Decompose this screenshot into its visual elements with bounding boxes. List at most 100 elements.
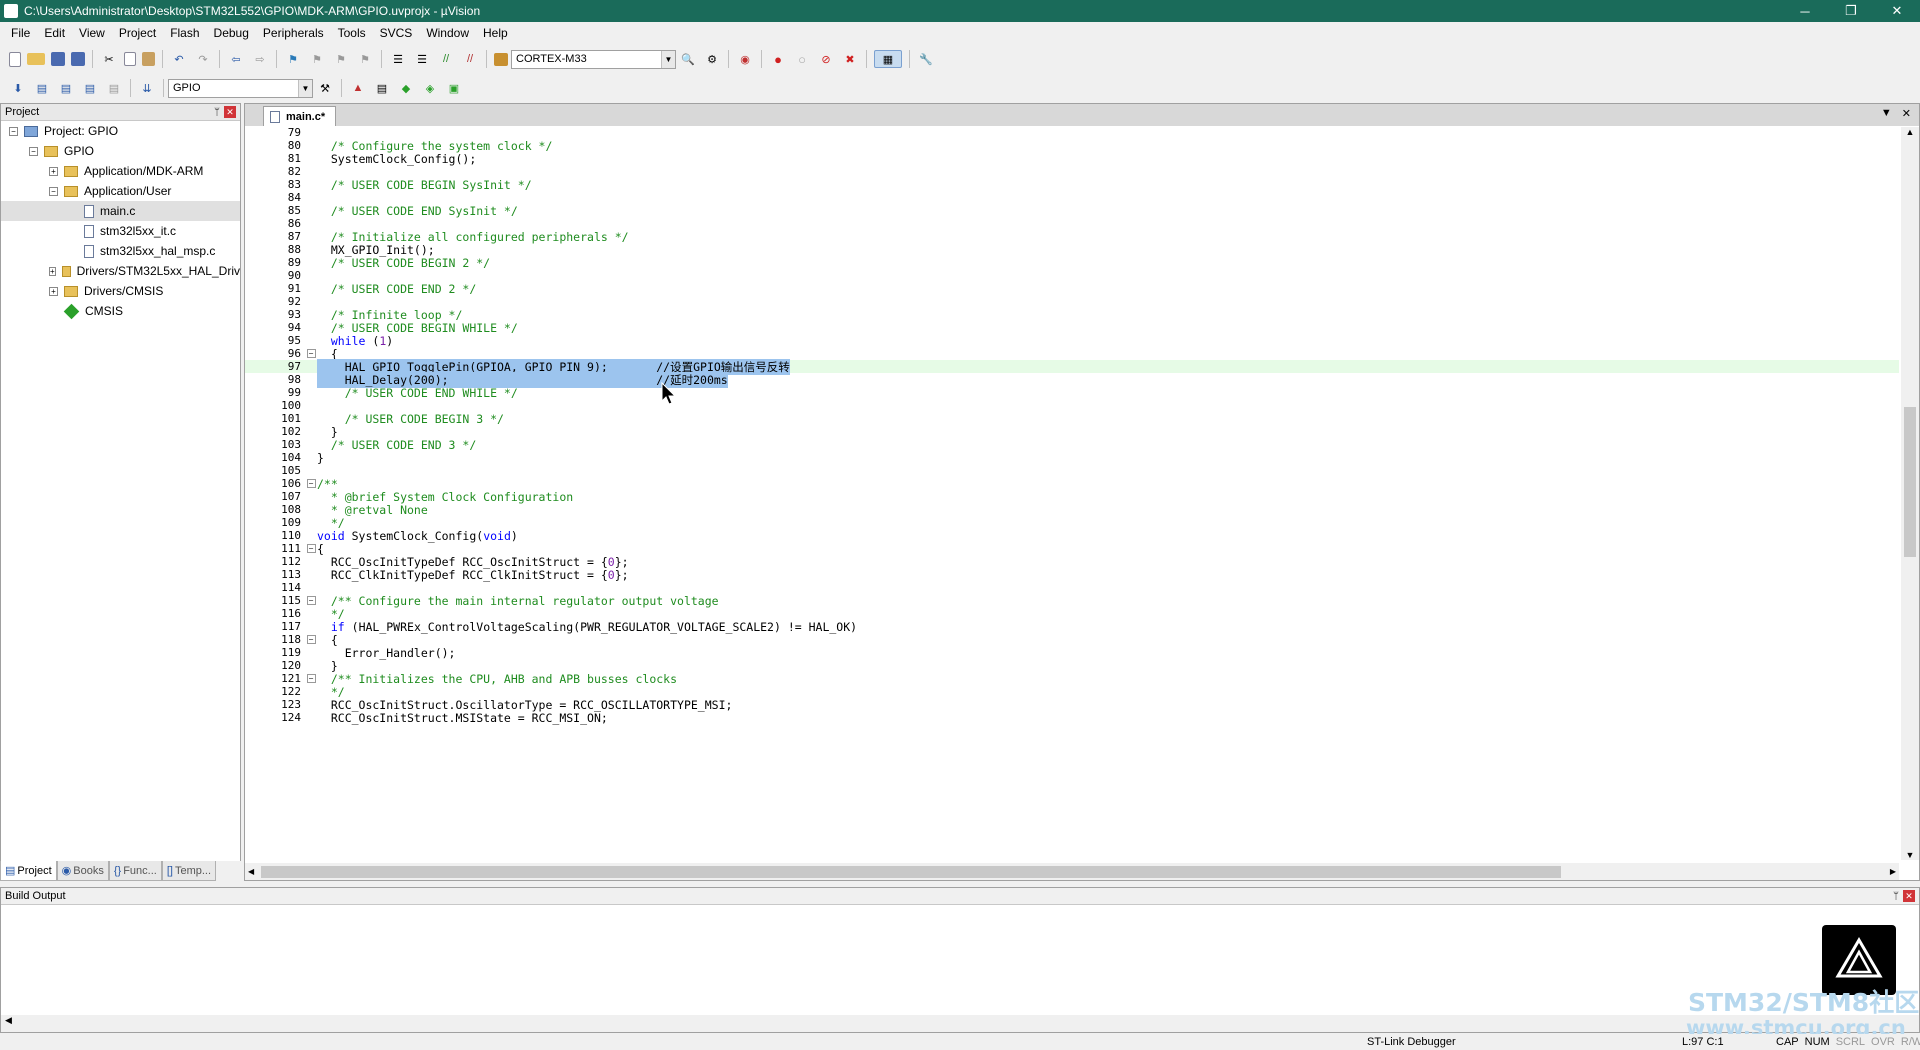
save-icon[interactable] <box>51 52 65 66</box>
code-line[interactable]: 91 /* USER CODE END 2 */ <box>245 282 1899 296</box>
code-line[interactable]: 94 /* USER CODE BEGIN WHILE */ <box>245 321 1899 335</box>
code-line[interactable]: 111−{ <box>245 542 1899 556</box>
collapse-icon[interactable]: − <box>306 349 316 358</box>
configure-icon[interactable]: 🔧 <box>917 50 935 68</box>
code-line[interactable]: 102 } <box>245 425 1899 439</box>
tree-item[interactable]: stm32l5xx_hal_msp.c <box>1 241 240 261</box>
pin-icon[interactable]: ᛘ <box>1889 891 1903 902</box>
menu-svcs[interactable]: SVCS <box>373 26 420 40</box>
bookmark-clear-icon[interactable]: ⚑ <box>356 50 374 68</box>
code-line[interactable]: 109 */ <box>245 516 1899 530</box>
code-line[interactable]: 110 void SystemClock_Config(void) <box>245 529 1899 543</box>
close-window-button[interactable]: ✕ <box>1874 0 1920 22</box>
tree-item[interactable]: + Application/MDK-ARM <box>1 161 240 181</box>
scroll-down-icon[interactable]: ▼ <box>1901 850 1919 860</box>
tree-item[interactable]: + Drivers/STM32L5xx_HAL_Driv <box>1 261 240 281</box>
fold-gutter[interactable]: − <box>305 635 317 644</box>
code-line[interactable]: 107 * @brief System Clock Configuration <box>245 490 1899 504</box>
editor-hscrollbar[interactable]: ◀ ▶ <box>245 863 1899 880</box>
bookmark-next-icon[interactable]: ⚑ <box>332 50 350 68</box>
incremental-find-icon[interactable]: ⚙ <box>703 50 721 68</box>
menu-peripherals[interactable]: Peripherals <box>256 26 331 40</box>
scroll-left-icon[interactable]: ◀ <box>248 867 254 876</box>
kill-breakpoints-icon[interactable]: ✖ <box>841 50 859 68</box>
code-line[interactable]: 100 <box>245 399 1899 412</box>
collapse-icon[interactable]: − <box>306 596 316 605</box>
tree-item[interactable]: stm32l5xx_it.c <box>1 221 240 241</box>
redo-icon[interactable]: ↷ <box>194 50 212 68</box>
code-line[interactable]: 103 /* USER CODE END 3 */ <box>245 438 1899 452</box>
code-line[interactable]: 98 HAL_Delay(200); //延时200ms <box>245 371 1899 388</box>
code-line[interactable]: 88 MX_GPIO_Init(); <box>245 243 1899 257</box>
undo-icon[interactable]: ↶ <box>170 50 188 68</box>
tab-books[interactable]: ◉ Books <box>56 861 109 881</box>
device-icon[interactable] <box>494 52 508 66</box>
rebuild-icon[interactable]: ▤ <box>57 79 75 97</box>
cut-icon[interactable]: ✂ <box>100 50 118 68</box>
tree-item[interactable]: − GPIO <box>1 141 240 161</box>
uncomment-icon[interactable]: // <box>461 50 479 68</box>
file-extensions-icon[interactable]: ▤ <box>373 79 391 97</box>
editor-vscrollbar[interactable]: ▲ ▼ <box>1901 127 1919 860</box>
code-line[interactable]: 83 /* USER CODE BEGIN SysInit */ <box>245 178 1899 192</box>
code-line[interactable]: 84 <box>245 191 1899 204</box>
minimize-button[interactable]: ─ <box>1782 0 1828 22</box>
code-line[interactable]: 113 RCC_ClkInitTypeDef RCC_ClkInitStruct… <box>245 568 1899 582</box>
translate-icon[interactable]: ⬇ <box>9 79 27 97</box>
code-line[interactable]: 95 while (1) <box>245 334 1899 348</box>
code-line[interactable]: 79 <box>245 127 1899 139</box>
new-file-icon[interactable] <box>9 51 21 67</box>
menu-edit[interactable]: Edit <box>37 26 72 40</box>
scroll-up-icon[interactable]: ▲ <box>1901 127 1919 137</box>
tree-item[interactable]: + Drivers/CMSIS <box>1 281 240 301</box>
expand-icon[interactable]: + <box>49 266 56 276</box>
bookmark-prev-icon[interactable]: ⚑ <box>308 50 326 68</box>
code-line[interactable]: 108 * @retval None <box>245 503 1899 517</box>
collapse-icon[interactable]: − <box>306 635 316 644</box>
tab-main-c[interactable]: main.c* <box>263 106 337 126</box>
menu-view[interactable]: View <box>72 26 112 40</box>
navigate-back-icon[interactable]: ⇦ <box>227 50 245 68</box>
code-line[interactable]: 105 <box>245 464 1899 477</box>
tab-list-icon[interactable]: ▼ <box>1881 107 1892 120</box>
fold-gutter[interactable]: − <box>305 349 317 358</box>
code-line[interactable]: 120 } <box>245 659 1899 673</box>
bookmark-toggle-icon[interactable]: ⚑ <box>284 50 302 68</box>
collapse-icon[interactable]: − <box>49 186 58 196</box>
fold-gutter[interactable]: − <box>305 479 317 488</box>
indent-icon[interactable]: ☰ <box>389 50 407 68</box>
code-line[interactable]: 82 <box>245 165 1899 178</box>
close-tab-icon[interactable]: ✕ <box>1902 107 1911 120</box>
code-line[interactable]: 112 RCC_OscInitTypeDef RCC_OscInitStruct… <box>245 555 1899 569</box>
window-layout-icon[interactable]: ▦ <box>874 50 902 68</box>
code-line[interactable]: 93 /* Infinite loop */ <box>245 308 1899 322</box>
code-line[interactable]: 85 /* USER CODE END SysInit */ <box>245 204 1899 218</box>
build-icon[interactable]: ▤ <box>33 79 51 97</box>
code-line[interactable]: 106−/** <box>245 477 1899 491</box>
batch-build-icon[interactable]: ▤ <box>81 79 99 97</box>
code-line[interactable]: 81 SystemClock_Config(); <box>245 152 1899 166</box>
chevron-down-icon[interactable]: ▼ <box>298 79 312 97</box>
paste-icon[interactable] <box>142 52 155 66</box>
collapse-icon[interactable]: − <box>306 479 316 488</box>
target-options-icon[interactable]: ⚒ <box>316 79 334 97</box>
code-line[interactable]: 87 /* Initialize all configured peripher… <box>245 230 1899 244</box>
close-icon[interactable]: ✕ <box>224 106 236 118</box>
expand-icon[interactable]: + <box>49 286 58 296</box>
find-in-files-icon[interactable]: 🔍 <box>679 50 697 68</box>
expand-icon[interactable]: + <box>49 166 58 176</box>
menu-tools[interactable]: Tools <box>331 26 373 40</box>
code-line[interactable]: 92 <box>245 295 1899 308</box>
code-line[interactable]: 101 /* USER CODE BEGIN 3 */ <box>245 412 1899 426</box>
menu-window[interactable]: Window <box>419 26 476 40</box>
code-line[interactable]: 117 if (HAL_PWREx_ControlVoltageScaling(… <box>245 620 1899 634</box>
scroll-thumb[interactable] <box>261 865 1561 878</box>
code-line[interactable]: 86 <box>245 217 1899 230</box>
disable-breakpoints-icon[interactable]: ⊘ <box>817 50 835 68</box>
build-hscrollbar[interactable]: ◀ <box>1 1015 1919 1032</box>
code-line[interactable]: 115− /** Configure the main internal reg… <box>245 594 1899 608</box>
code-editor[interactable]: 79 80 /* Configure the system clock */81 … <box>245 127 1899 860</box>
close-icon[interactable]: ✕ <box>1903 890 1915 902</box>
manage-project-icon[interactable]: ▲ <box>349 79 367 97</box>
collapse-icon[interactable]: − <box>9 126 18 136</box>
